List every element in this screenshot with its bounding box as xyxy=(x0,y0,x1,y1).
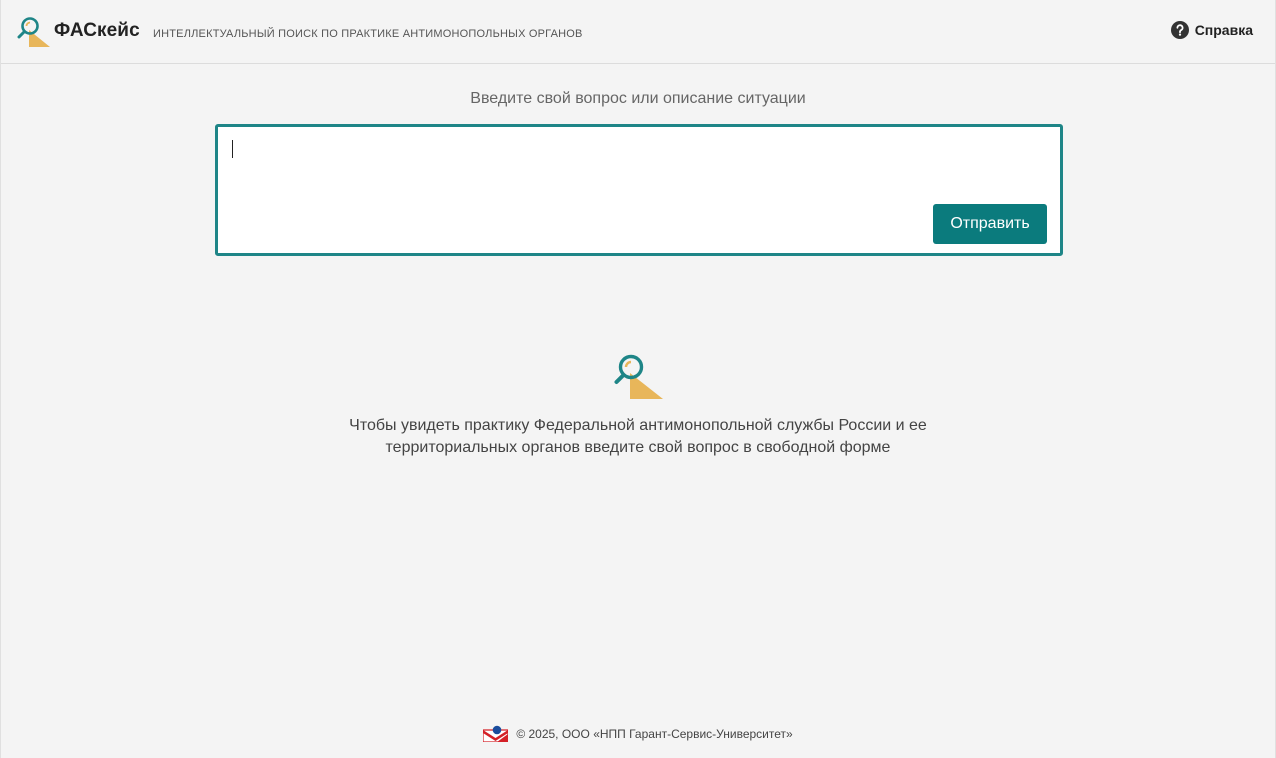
question-circle-icon xyxy=(1170,21,1189,39)
help-link[interactable]: Справка xyxy=(1170,21,1253,39)
magnifier-triangle-icon xyxy=(614,354,663,399)
header: ФАСкейс ИНТЕЛЛЕКТУАЛЬНЫЙ ПОИСК ПО ПРАКТИ… xyxy=(1,0,1275,64)
search-prompt-label: Введите свой вопрос или описание ситуаци… xyxy=(470,90,806,107)
garant-logo-icon[interactable] xyxy=(483,725,509,742)
footer: © 2025, ООО «НПП Гарант-Сервис-Университ… xyxy=(1,725,1275,742)
copyright-text: © 2025, ООО «НПП Гарант-Сервис-Университ… xyxy=(516,726,793,741)
query-input[interactable] xyxy=(230,137,1050,197)
app-subtitle: ИНТЕЛЛЕКТУАЛЬНЫЙ ПОИСК ПО ПРАКТИКЕ АНТИМ… xyxy=(153,28,583,40)
hint-line-1: Чтобы увидеть практику Федеральной антим… xyxy=(349,417,927,434)
help-label: Справка xyxy=(1194,22,1253,38)
magnifier-triangle-icon[interactable] xyxy=(17,16,51,48)
text-caret xyxy=(232,140,233,158)
app-name[interactable]: ФАСкейс xyxy=(54,20,140,42)
query-box: Отправить xyxy=(215,124,1063,256)
submit-button[interactable]: Отправить xyxy=(933,204,1047,244)
hint-line-2: территориальных органов введите свой воп… xyxy=(385,439,891,456)
empty-state-hint: Чтобы увидеть практику Федеральной антим… xyxy=(1,415,1275,459)
